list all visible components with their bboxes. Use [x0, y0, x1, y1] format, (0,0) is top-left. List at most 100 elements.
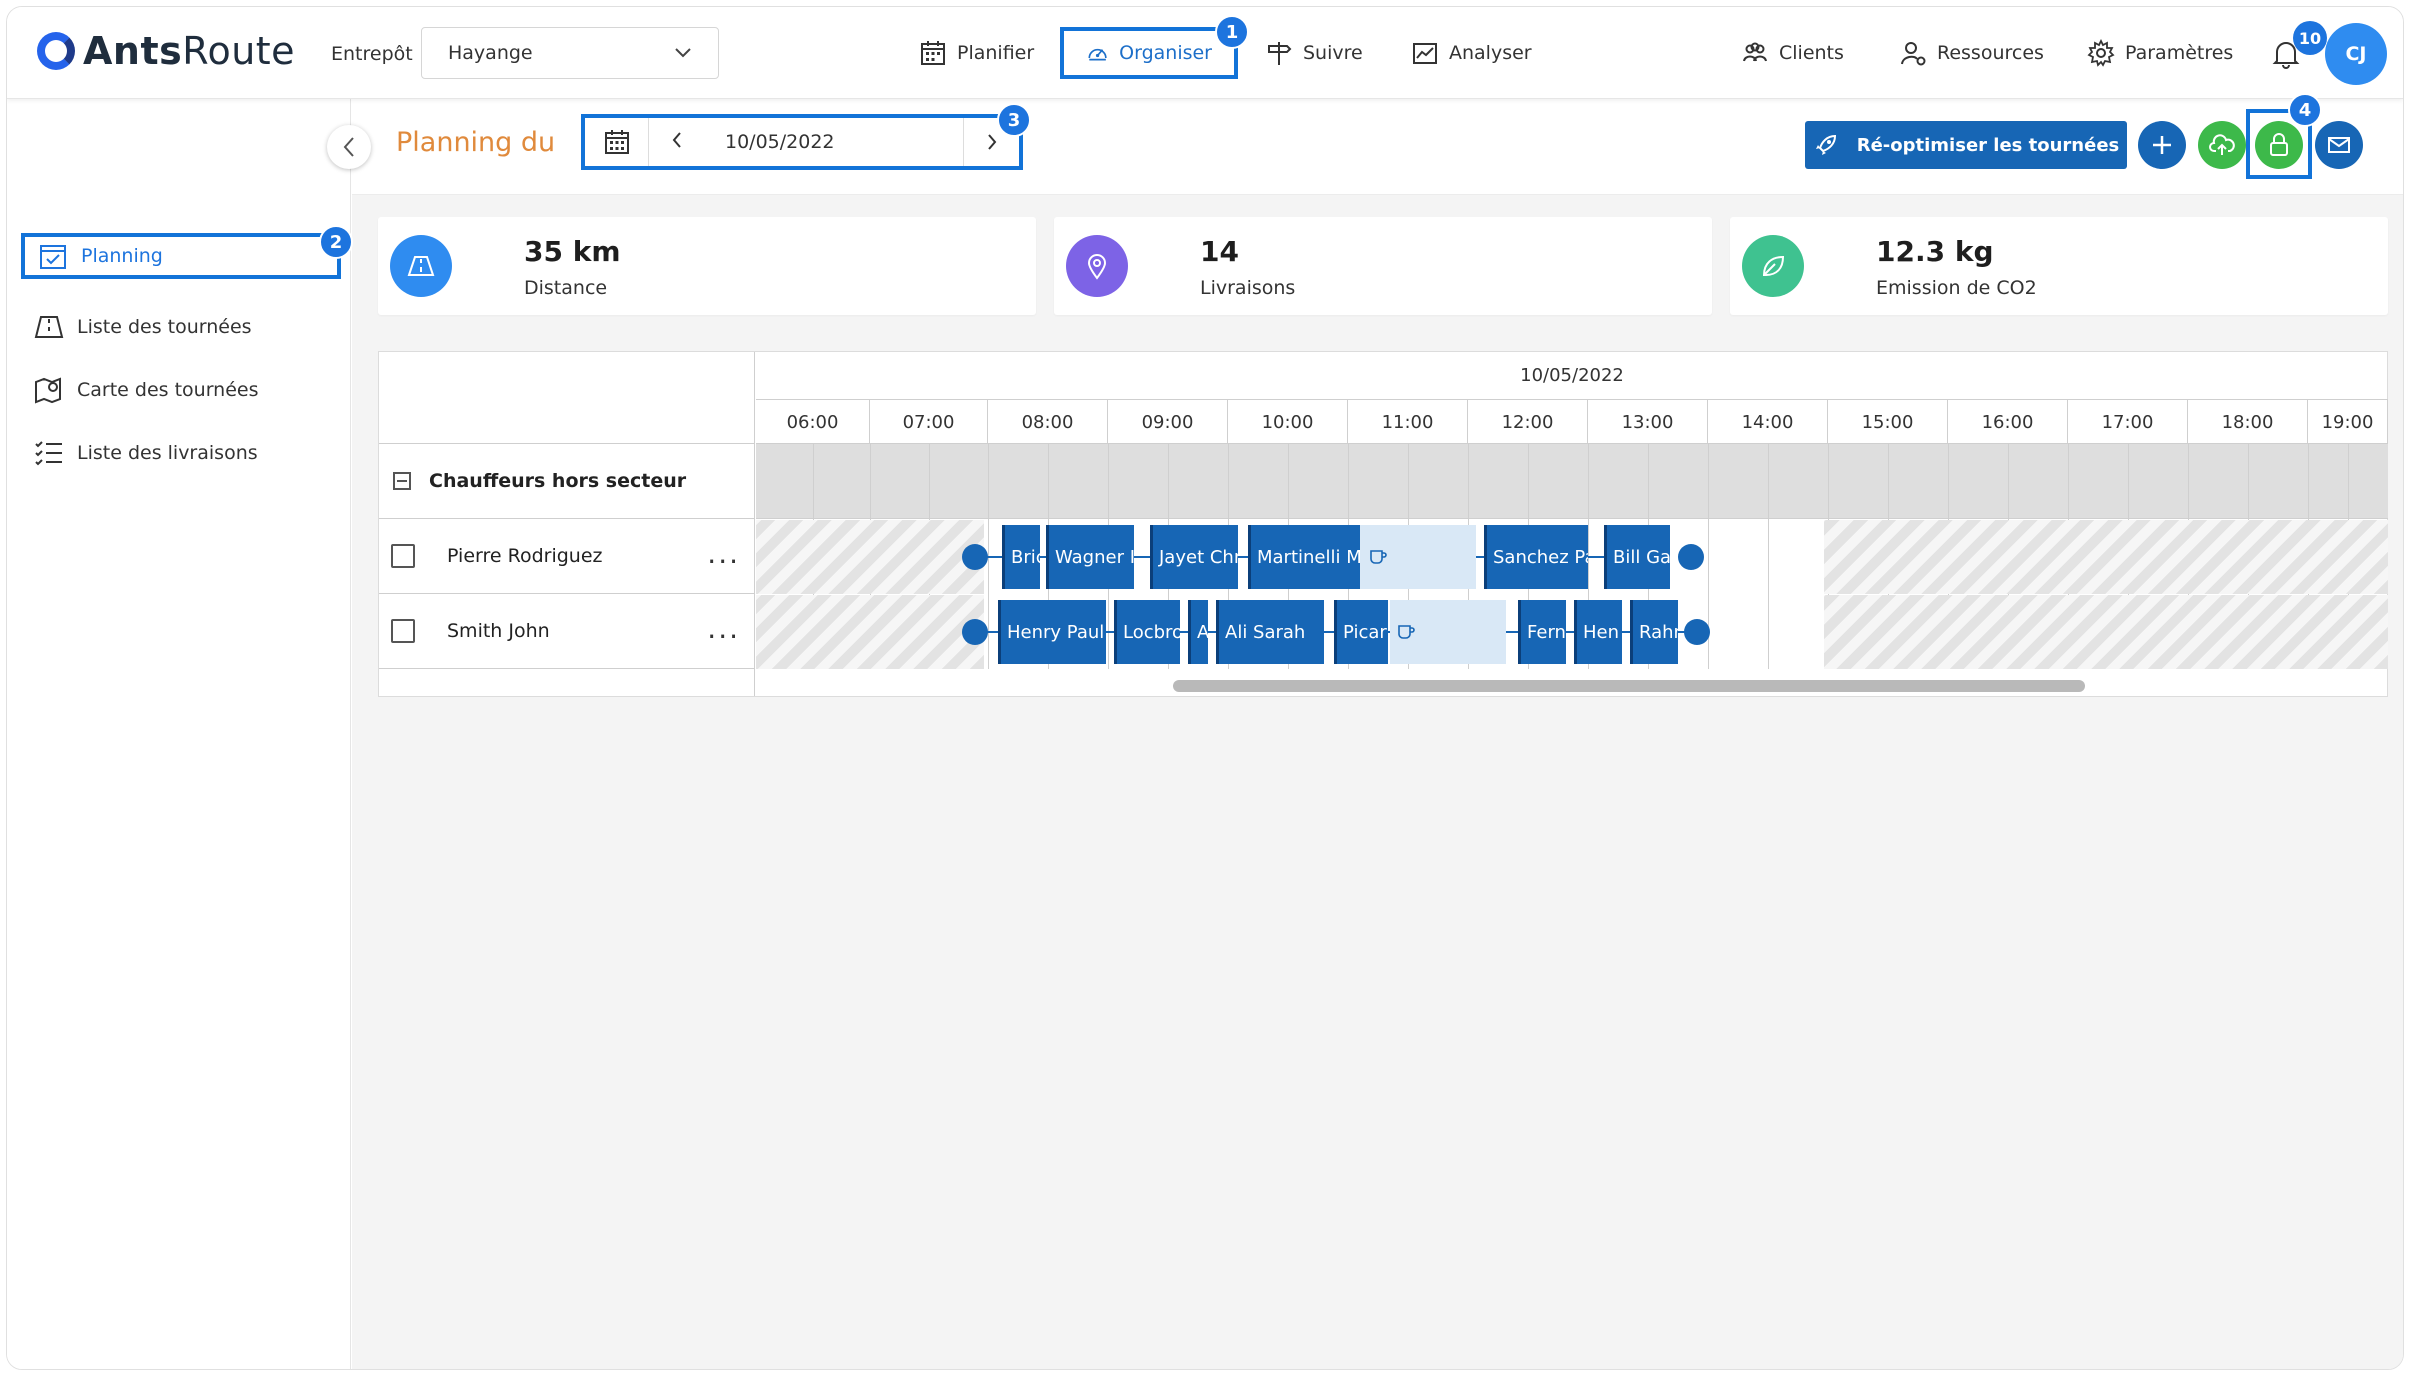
kpi-label: Distance	[524, 277, 608, 299]
delivery-block[interactable]: Fern	[1518, 600, 1566, 664]
calendar-icon	[604, 130, 629, 154]
cloud-upload-icon	[2209, 134, 2235, 155]
driver-menu-button[interactable]: ...	[707, 615, 740, 643]
marker-badge-3: 3	[997, 103, 1031, 137]
chevron-right-icon	[987, 134, 996, 150]
kpi-label: Emission de CO2	[1876, 277, 2037, 299]
delivery-block[interactable]: Sanchez Pa	[1484, 525, 1588, 589]
marker-badge-2: 2	[319, 225, 353, 259]
delivery-block[interactable]: Jayet Chr	[1150, 525, 1238, 589]
sidebar-item-planning[interactable]: Planning	[21, 233, 341, 279]
nav-parametres-label: Paramètres	[2125, 42, 2234, 64]
delivery-block[interactable]: A	[1188, 600, 1208, 664]
logo-text: AntsRoute	[83, 29, 296, 73]
reoptimize-button[interactable]: Ré-optimiser les tournées	[1805, 121, 2127, 169]
nav-parametres[interactable]: Paramètres	[2087, 27, 2233, 79]
nav-planifier-label: Planifier	[957, 42, 1035, 64]
gauge-icon	[1088, 48, 1107, 61]
timeline-hour-label: 07:00	[870, 400, 988, 444]
timeline-scrollbar-thumb[interactable]	[1173, 680, 2085, 692]
warehouse-label: Entrepôt	[331, 43, 413, 65]
timeline-hour-label: 09:00	[1108, 400, 1228, 444]
sidebar-item-label: Liste des livraisons	[77, 442, 258, 464]
checklist-icon	[35, 441, 62, 466]
route-start-dot[interactable]	[962, 619, 988, 645]
gantt-left-header	[379, 352, 754, 444]
driver-row[interactable]: Pierre Rodriguez ...	[379, 519, 754, 594]
logo[interactable]: AntsRoute	[37, 29, 295, 73]
nav-ressources[interactable]: Ressources	[1899, 27, 2044, 79]
sidebar-item-liste-tournees[interactable]: Liste des tournées	[33, 304, 252, 350]
delivery-block[interactable]: Rahr	[1630, 600, 1678, 664]
delivery-block[interactable]: Martinelli M	[1248, 525, 1360, 589]
user-avatar[interactable]: CJ	[2325, 23, 2387, 85]
timeline-hour-label: 13:00	[1588, 400, 1708, 444]
warehouse-select[interactable]: Hayange	[421, 27, 719, 79]
logo-mark-icon	[37, 32, 75, 70]
collapse-group-icon[interactable]	[393, 472, 411, 490]
driver-checkbox[interactable]	[391, 544, 415, 568]
delivery-block[interactable]: Picar	[1334, 600, 1388, 664]
marker-badge-1: 1	[1215, 15, 1249, 49]
delivery-block[interactable]: Bric	[1002, 525, 1040, 589]
date-input[interactable]: 10/05/2022	[705, 131, 963, 153]
timeline-hour-label: 12:00	[1468, 400, 1588, 444]
coffee-icon	[1370, 550, 1387, 564]
leaf-icon	[1742, 235, 1804, 297]
location-icon	[1066, 235, 1128, 297]
sidebar-collapse-button[interactable]	[327, 125, 371, 169]
delivery-block[interactable]: Hen	[1574, 600, 1622, 664]
timeline-hour-label: 08:00	[988, 400, 1108, 444]
driver-row[interactable]: Smith John ...	[379, 594, 754, 669]
timeline-hour-label: 10:00	[1228, 400, 1348, 444]
reoptimize-label: Ré-optimiser les tournées	[1856, 134, 2120, 156]
date-picker: 10/05/2022	[581, 114, 1023, 170]
nav-planifier[interactable]: Planifier	[919, 27, 1034, 79]
delivery-block[interactable]: Locbro	[1114, 600, 1180, 664]
nav-organiser[interactable]: Organiser	[1060, 27, 1238, 79]
driver-menu-button[interactable]: ...	[707, 540, 740, 568]
add-button[interactable]	[2138, 121, 2186, 169]
driver-checkbox[interactable]	[391, 619, 415, 643]
group-row[interactable]: Chauffeurs hors secteur	[379, 444, 754, 519]
date-picker-calendar-button[interactable]	[585, 118, 649, 166]
nav-suivre[interactable]: Suivre	[1265, 27, 1363, 79]
plus-icon	[2153, 136, 2171, 154]
main-content: Planning du 10/05/2022 3 Ré-optimiser le…	[352, 93, 2403, 1369]
route-end-dot[interactable]	[1684, 619, 1710, 645]
route-end-dot[interactable]	[1678, 544, 1704, 570]
delivery-block[interactable]: Wagner I	[1046, 525, 1134, 589]
map-pin-icon	[35, 377, 61, 404]
route-start-dot[interactable]	[962, 544, 988, 570]
group-label: Chauffeurs hors secteur	[429, 470, 687, 492]
cloud-upload-button[interactable]	[2198, 121, 2246, 169]
group-band	[756, 444, 2388, 519]
nav-organiser-label: Organiser	[1119, 42, 1212, 64]
kpi-value: 12.3 kg	[1876, 235, 1994, 268]
timeline-hour-label: 16:00	[1948, 400, 2068, 444]
timeline-scrollbar[interactable]	[756, 672, 2388, 696]
chevron-down-icon	[675, 48, 691, 58]
email-button[interactable]	[2315, 121, 2363, 169]
planning-gantt: Chauffeurs hors secteur Pierre Rodriguez…	[378, 351, 2388, 697]
timeline-hour-label: 19:00	[2308, 400, 2388, 444]
resources-icon	[1901, 42, 1926, 66]
rocket-icon	[1815, 134, 1836, 155]
sidebar-item-label: Carte des tournées	[77, 379, 259, 401]
nav-clients[interactable]: Clients	[1741, 27, 1844, 79]
delivery-block[interactable]: Ali Sarah	[1216, 600, 1324, 664]
delivery-block[interactable]: Bill Ga	[1604, 525, 1670, 589]
kpi-distance: 35 km Distance	[378, 217, 1036, 315]
previous-day-button[interactable]	[649, 130, 705, 155]
unavailable-zone	[1824, 595, 2388, 669]
timeline-hour-label: 06:00	[756, 400, 870, 444]
app-window: AntsRoute Entrepôt Hayange Planifier Org…	[6, 6, 2404, 1370]
sidebar-item-carte-tournees[interactable]: Carte des tournées	[33, 367, 259, 413]
lock-button[interactable]	[2255, 121, 2303, 169]
gantt-timeline: 10/05/2022 06:00 07:00 08:00 09:00 10:00 11:0…	[756, 352, 2388, 696]
notification-count-badge: 10	[2293, 21, 2327, 55]
nav-analyser[interactable]: Analyser	[1411, 27, 1532, 79]
kpi-value: 35 km	[524, 235, 621, 268]
delivery-block[interactable]: Henry Paul	[998, 600, 1106, 664]
sidebar-item-liste-livraisons[interactable]: Liste des livraisons	[33, 430, 258, 476]
